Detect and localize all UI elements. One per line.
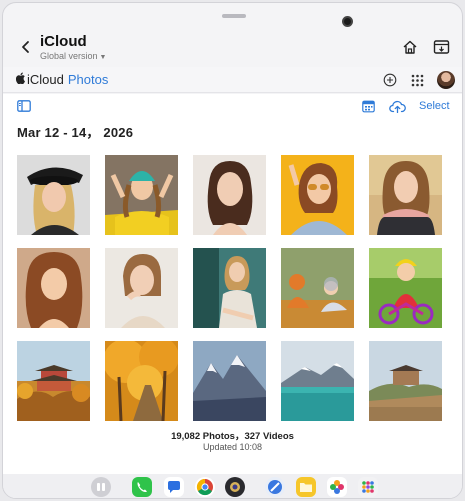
photo-woman-black-hat[interactable]: [17, 155, 90, 235]
camera-app-icon[interactable]: [225, 477, 245, 497]
photo-woman-dark-hair[interactable]: [193, 155, 266, 235]
photo-woman-hand-on-chin[interactable]: [105, 248, 178, 328]
photos-app-icon[interactable]: [327, 477, 347, 497]
caret-down-icon: ▼: [99, 54, 107, 61]
app-grid-icon[interactable]: [411, 74, 424, 87]
browser-icon[interactable]: [265, 477, 285, 497]
photo-snowy-mountains[interactable]: [193, 341, 266, 421]
taskbar-dock: [3, 474, 462, 498]
tablet-frame: iCloud Global version ▼ iCloud Photos Sel…: [2, 2, 463, 499]
app-header: iCloud Global version ▼: [3, 29, 462, 65]
photo-great-wall[interactable]: [369, 341, 442, 421]
photo-woman-sunglasses-yellow[interactable]: [281, 155, 354, 235]
date-range-heading: Mar 12 - 14， 2026: [17, 125, 134, 140]
window-drag-handle[interactable]: [222, 14, 246, 18]
library-view-icon[interactable]: [362, 100, 375, 113]
library-count: 19,082 Photos，327 Videos: [171, 431, 294, 442]
last-updated: Updated 10:08: [202, 442, 263, 452]
upload-cloud-icon[interactable]: [389, 100, 406, 113]
icloud-bar: iCloud Photos: [3, 67, 462, 93]
add-circle-icon[interactable]: [383, 73, 397, 87]
region-selector[interactable]: Global version ▼: [40, 51, 106, 61]
phone-icon[interactable]: [132, 477, 152, 497]
photos-library: Select Mar 12 - 14， 2026 19,082 Photos，3…: [3, 94, 462, 474]
photo-mountain-lake[interactable]: [281, 341, 354, 421]
front-camera: [342, 16, 353, 27]
app-drawer-icon[interactable]: [358, 477, 378, 497]
back-arrow-icon[interactable]: [20, 40, 32, 54]
select-button[interactable]: Select: [419, 100, 450, 112]
apple-logo-icon: [15, 72, 26, 87]
region-label: Global version: [40, 51, 98, 61]
photo-children-autumn[interactable]: [281, 248, 354, 328]
sidebar-toggle-icon[interactable]: [17, 100, 31, 112]
messages-icon[interactable]: [164, 477, 184, 497]
files-icon[interactable]: [296, 477, 316, 497]
home-icon[interactable]: [402, 39, 418, 55]
photo-woman-scarf[interactable]: [369, 155, 442, 235]
photo-woman-teal-beanie[interactable]: [105, 155, 178, 235]
photo-pagoda-autumn[interactable]: [17, 341, 90, 421]
photo-woman-curly-hair[interactable]: [17, 248, 90, 328]
multitask-icon[interactable]: [91, 477, 111, 497]
brand-icloud: iCloud: [27, 72, 64, 87]
app-title: iCloud: [40, 33, 87, 50]
photo-autumn-trees[interactable]: [105, 341, 178, 421]
download-box-icon[interactable]: [433, 39, 450, 55]
account-avatar[interactable]: [437, 71, 455, 89]
photo-woman-sitting[interactable]: [193, 248, 266, 328]
chrome-icon[interactable]: [195, 477, 215, 497]
brand-photos: Photos: [67, 72, 109, 87]
icloud-photos-logo[interactable]: iCloud Photos: [15, 72, 109, 87]
photo-child-bicycle[interactable]: [369, 248, 442, 328]
